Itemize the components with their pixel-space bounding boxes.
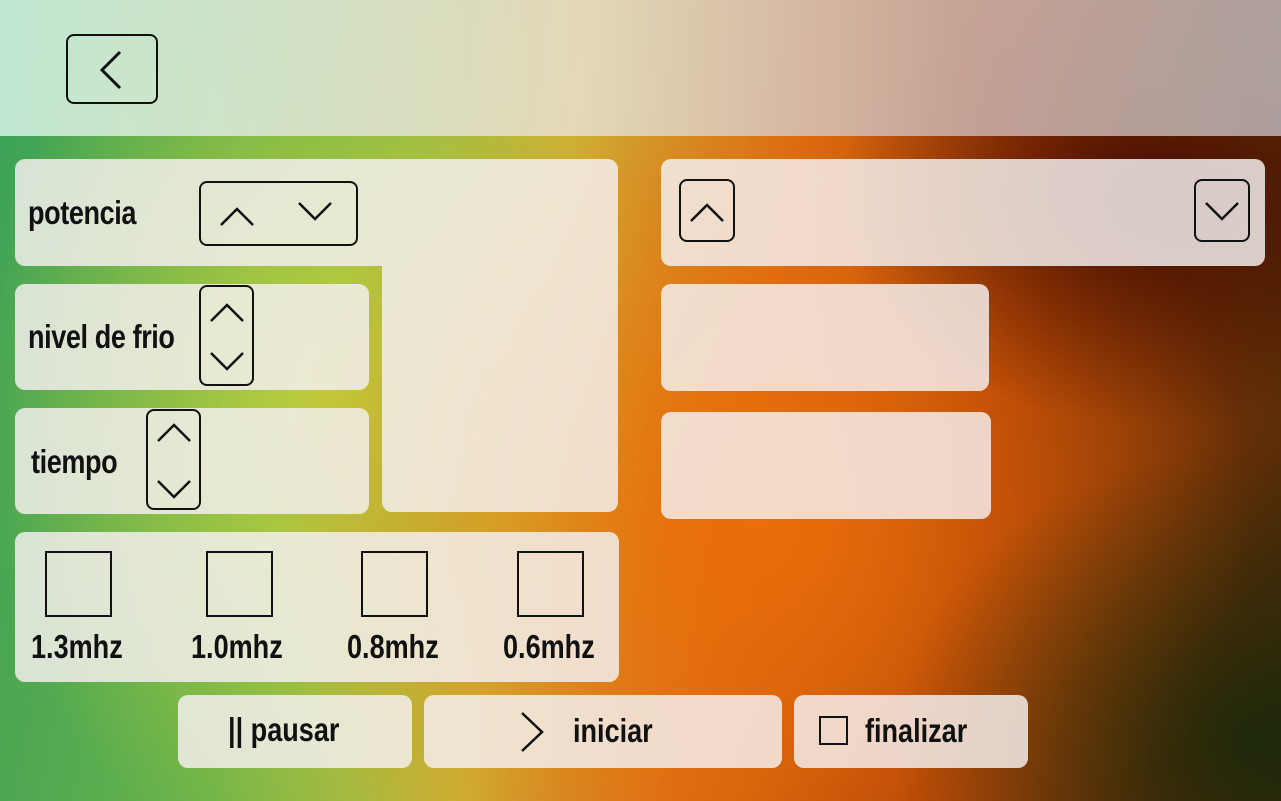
freq-label-4: 0.6mhz [503,628,595,665]
freq-label-1: 1.3mhz [31,628,123,665]
right-display-2 [661,412,991,519]
freq-checkbox-1[interactable] [45,551,112,617]
selector-down-button[interactable] [1194,179,1250,242]
tiempo-label: tiempo [31,443,118,480]
pause-button[interactable]: || pausar [178,695,412,768]
chevron-down-icon[interactable] [209,349,245,375]
pause-button-label: || pausar [228,711,340,748]
potencia-stepper[interactable] [199,181,358,246]
chevron-up-icon[interactable] [156,419,192,445]
freq-label-3: 0.8mhz [347,628,439,665]
stop-square-icon [819,716,848,745]
chevron-up-icon[interactable] [219,199,255,229]
freq-checkbox-4[interactable] [517,551,584,617]
nivel-frio-stepper[interactable] [199,285,254,386]
chevron-up-icon[interactable] [209,299,245,325]
right-selector-panel [661,159,1265,266]
finish-button[interactable]: finalizar [794,695,1028,768]
potencia-label: potencia [28,194,136,231]
chevron-right-icon [521,712,544,752]
finish-button-label: finalizar [865,712,968,749]
chevron-left-icon [99,50,122,90]
freq-checkbox-2[interactable] [206,551,273,617]
start-button[interactable]: iniciar [424,695,782,768]
chevron-down-icon[interactable] [156,477,192,503]
chevron-up-icon [690,203,724,222]
center-display-panel [382,266,618,512]
freq-checkbox-3[interactable] [361,551,428,617]
chevron-down-icon [1205,202,1239,221]
start-button-label: iniciar [573,712,653,749]
right-display-1 [661,284,989,391]
freq-label-2: 1.0mhz [191,628,283,665]
nivel-frio-label: nivel de frio [28,318,175,355]
top-bar [0,0,1281,136]
chevron-down-icon[interactable] [297,197,333,227]
back-button[interactable] [66,34,158,104]
selector-up-button[interactable] [679,179,735,242]
tiempo-stepper[interactable] [146,409,201,510]
